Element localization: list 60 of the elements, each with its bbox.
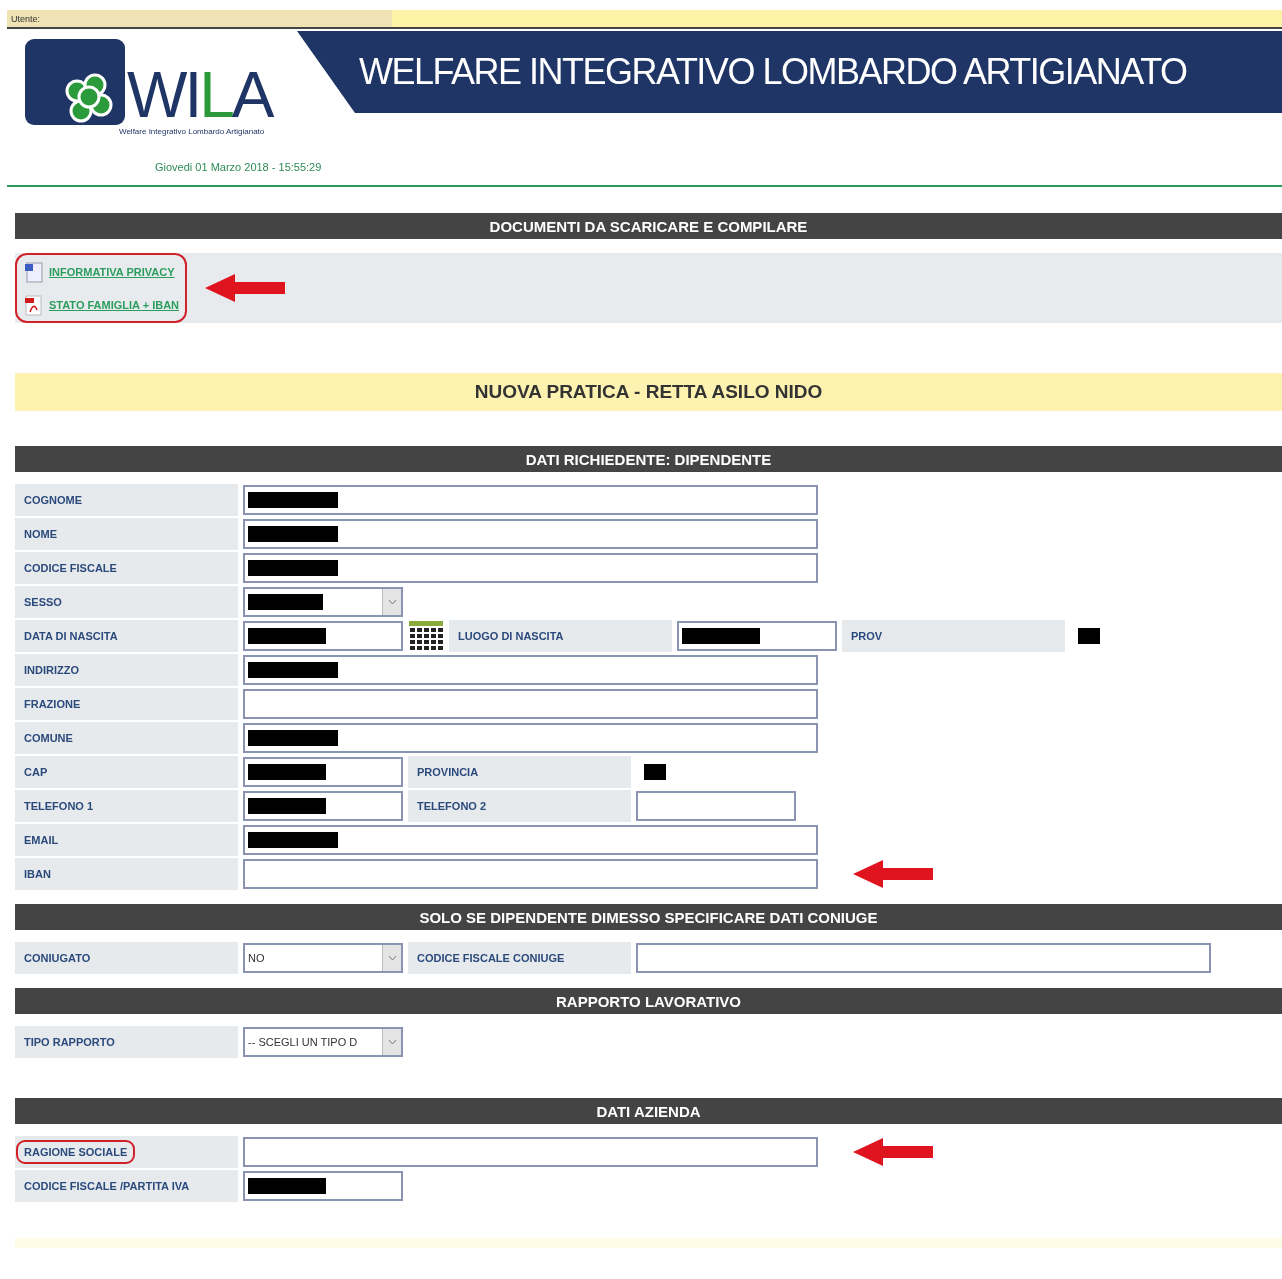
document-icon bbox=[23, 260, 45, 283]
input-field[interactable] bbox=[243, 621, 403, 651]
field-label: DATA DI NASCITA bbox=[23, 629, 119, 644]
input-field[interactable] bbox=[243, 859, 818, 889]
chevron-down-icon bbox=[387, 1039, 397, 1045]
section-header: RAPPORTO LAVORATIVO bbox=[15, 988, 1282, 1014]
field-label: TELEFONO 1 bbox=[23, 799, 95, 814]
field-label: NOME bbox=[23, 527, 58, 542]
input-field[interactable] bbox=[243, 723, 818, 753]
section-header: DATI RICHIEDENTE: DIPENDENTE bbox=[15, 446, 1282, 472]
section-header: SOLO SE DIPENDENTE DIMESSO SPECIFICARE DATI CONIUGE bbox=[15, 904, 1282, 930]
field-label: TELEFONO 2 bbox=[416, 799, 488, 814]
input-field[interactable] bbox=[636, 791, 796, 821]
input-field[interactable] bbox=[243, 553, 818, 583]
arrow-icon bbox=[853, 860, 933, 888]
page-heading: NUOVA PRATICA - RETTA ASILO NIDO bbox=[15, 373, 1282, 411]
field-label: FRAZIONE bbox=[23, 697, 82, 712]
dropdown-select[interactable]: NO bbox=[243, 943, 403, 973]
input-field[interactable] bbox=[243, 1137, 818, 1167]
field-label: LUOGO DI NASCITA bbox=[457, 629, 565, 644]
input-field[interactable] bbox=[636, 943, 1211, 973]
input-field[interactable] bbox=[243, 1171, 403, 1201]
user-label: Utente: bbox=[10, 13, 41, 24]
dropdown-select[interactable]: -- SCEGLI UN TIPO D bbox=[243, 1027, 403, 1057]
field-label: CAP bbox=[23, 765, 49, 780]
field-label: CODICE FISCALE CONIUGE bbox=[416, 951, 566, 966]
field-label: SESSO bbox=[23, 595, 63, 610]
calendar-icon[interactable] bbox=[408, 621, 444, 651]
date-time: Giovedi 01 Marzo 2018 - 15:55:29 bbox=[155, 161, 322, 173]
field-label: RAGIONE SOCIALE bbox=[16, 1140, 136, 1164]
section-header: DOCUMENTI DA SCARICARE E COMPILARE bbox=[15, 213, 1282, 239]
logo-wordmark: WILA bbox=[127, 63, 272, 127]
input-field[interactable] bbox=[243, 689, 818, 719]
field-label: IBAN bbox=[23, 867, 52, 882]
section-header: DATI AZIENDA bbox=[15, 1098, 1282, 1124]
field-label: PROV bbox=[850, 629, 884, 644]
dropdown-select[interactable] bbox=[243, 587, 403, 617]
arrow-icon bbox=[205, 274, 286, 302]
field-label: CODICE FISCALE bbox=[23, 561, 118, 576]
input-field[interactable] bbox=[243, 791, 403, 821]
site-title: WELFARE INTEGRATIVO LOMBARDO ARTIGIANATO bbox=[359, 51, 1187, 93]
input-field[interactable] bbox=[677, 621, 837, 651]
input-field[interactable] bbox=[243, 757, 403, 787]
chevron-down-icon bbox=[387, 599, 397, 605]
pdf-file-icon bbox=[23, 293, 45, 316]
field-label: TIPO RAPPORTO bbox=[23, 1035, 116, 1050]
input-field[interactable] bbox=[243, 655, 818, 685]
field-label: COMUNE bbox=[23, 731, 74, 746]
field-label: COGNOME bbox=[23, 493, 84, 508]
input-field[interactable] bbox=[243, 825, 818, 855]
field-label: CODICE FISCALE /PARTITA IVA bbox=[23, 1179, 191, 1194]
arrow-icon bbox=[853, 1138, 933, 1166]
chevron-down-icon bbox=[387, 955, 397, 961]
field-label: EMAIL bbox=[23, 833, 60, 848]
field-label: PROVINCIA bbox=[416, 765, 480, 780]
input-field[interactable] bbox=[243, 519, 818, 549]
logo-tagline: Welfare Integrativo Lombardo Artigianato bbox=[119, 127, 265, 136]
field-label: CONIUGATO bbox=[23, 951, 92, 966]
field-label: INDIRIZZO bbox=[23, 663, 80, 678]
input-field[interactable] bbox=[243, 485, 818, 515]
